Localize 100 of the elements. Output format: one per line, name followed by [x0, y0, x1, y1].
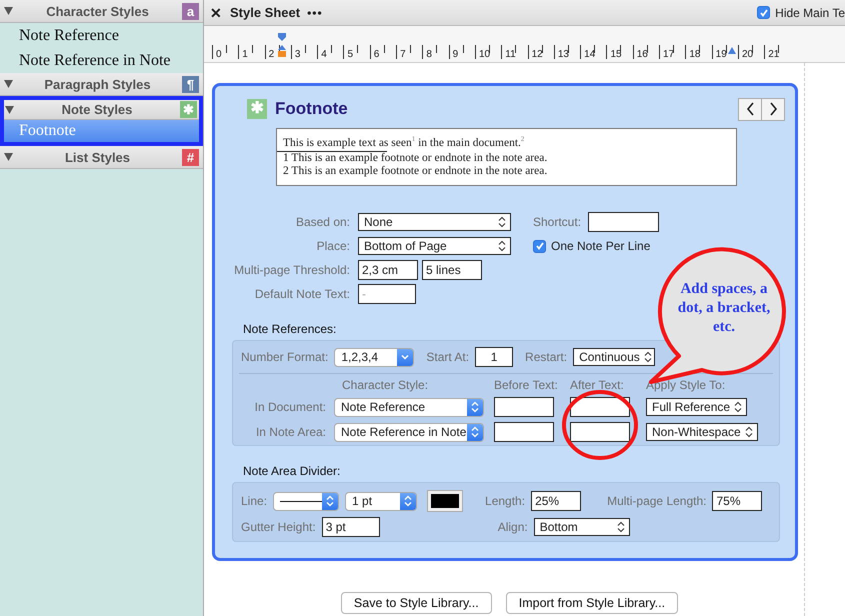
ruler-number: 12: [532, 50, 543, 60]
more-button[interactable]: •••: [307, 6, 323, 20]
apply-style-select[interactable]: Full Reference: [646, 398, 748, 416]
line-style-select[interactable]: [273, 492, 340, 510]
chevron-left-icon: [746, 102, 754, 116]
multipage-length-field[interactable]: 75%: [712, 491, 762, 511]
ruler-number: 3: [294, 50, 300, 60]
chevron-right-icon: [768, 102, 778, 116]
indent-marker-icon[interactable]: [277, 32, 287, 58]
row-label: In Document:: [254, 400, 326, 414]
shortcut-field[interactable]: [588, 212, 660, 232]
field-label: Gutter Height:: [241, 520, 316, 534]
align-select[interactable]: Bottom: [534, 518, 630, 536]
disclosure-triangle-icon[interactable]: [4, 80, 13, 88]
style-type-badge: ¶: [182, 76, 199, 92]
character-style-select[interactable]: Note Reference: [334, 398, 484, 416]
up-down-arrows-icon: [744, 426, 753, 438]
style-type-badge: #: [182, 148, 199, 166]
tab-stop-icon[interactable]: [727, 46, 737, 54]
column-header: After Text:: [570, 379, 624, 392]
ruler-number: 0: [216, 50, 222, 60]
ruler-number: 13: [558, 50, 569, 60]
threshold-length-field[interactable]: 2,3 cm: [358, 260, 418, 280]
ruler-number: 4: [321, 50, 327, 60]
ruler-number: 1: [242, 50, 248, 60]
section-header[interactable]: List Styles #: [0, 146, 203, 169]
field-label: Default Note Text:: [254, 287, 350, 301]
field-label: Shortcut:: [533, 215, 582, 229]
style-list-item[interactable]: Note Reference in Note: [0, 48, 203, 73]
ruler-number: 20: [742, 50, 754, 60]
group-title: Note References:: [243, 322, 336, 336]
previous-button[interactable]: [738, 98, 762, 120]
field-label: Multi-page Threshold:: [233, 263, 350, 277]
style-type-badge: a: [182, 2, 199, 20]
style-name: Footnote: [275, 99, 348, 119]
row-label: In Note Area:: [256, 425, 326, 439]
field-label: Length:: [485, 494, 526, 508]
section-header[interactable]: Note Styles ✱: [4, 100, 199, 120]
apply-style-select[interactable]: Non-Whitespace: [646, 423, 758, 441]
next-button[interactable]: [762, 98, 785, 120]
based-on-select[interactable]: None: [358, 213, 511, 231]
ruler-number: 5: [347, 50, 354, 60]
section-title: Note Styles: [60, 102, 134, 117]
field-label: Align:: [498, 520, 528, 534]
disclosure-triangle-icon[interactable]: [4, 7, 13, 15]
place-select[interactable]: Bottom of Page: [358, 237, 511, 255]
length-field[interactable]: 25%: [531, 491, 582, 511]
preview-footnote: 2 This is an example footnote or endnote in the note area.: [283, 165, 548, 178]
field-label: Restart:: [525, 350, 568, 364]
field-label: Multi-page Length:: [607, 494, 706, 508]
preview-text: This is example text as seen$^{1}$ in the main document.$^{2}$: [283, 134, 526, 151]
after-text-field[interactable]: [570, 397, 630, 417]
line-weight-select[interactable]: 1 pt: [345, 492, 418, 510]
preview-footnote: 1 This is an example footnote or endnote in the note area.: [283, 152, 548, 165]
disclosure-triangle-icon[interactable]: [5, 106, 14, 114]
up-down-arrows-icon: [644, 351, 652, 363]
ruler-number: 9: [452, 50, 458, 60]
after-text-field[interactable]: [570, 422, 630, 442]
field-label: Start At:: [426, 350, 470, 364]
before-text-field[interactable]: [494, 397, 554, 417]
checkbox[interactable]: [757, 6, 770, 19]
callout-text: Add spaces, a dot, a bracket, etc.: [676, 280, 772, 337]
start-at-field[interactable]: 1: [475, 347, 514, 367]
before-text-field[interactable]: [494, 422, 554, 442]
threshold-lines-field[interactable]: 5 lines: [422, 260, 482, 280]
ruler-number: 17: [663, 50, 674, 60]
ruler-number: 2: [268, 50, 274, 60]
color-well[interactable]: [427, 490, 464, 512]
ruler-number: 8: [426, 50, 432, 60]
style-list-item[interactable]: Note Reference: [0, 23, 203, 48]
field-label: Line:: [241, 494, 268, 508]
gutter-height-field[interactable]: 3 pt: [322, 517, 380, 537]
section-title: Character Styles: [45, 4, 150, 18]
number-format-select[interactable]: 1,2,3,4: [334, 348, 414, 366]
disclosure-triangle-icon[interactable]: [4, 153, 13, 161]
up-down-arrows-icon: [471, 426, 479, 438]
section-header[interactable]: Character Styles a: [0, 0, 203, 23]
chevron-down-icon: [401, 354, 410, 360]
character-style-select[interactable]: Note Reference in Note: [334, 422, 484, 442]
ruler-number: 21: [768, 50, 780, 60]
group-title: Note Area Divider:: [243, 464, 340, 478]
library-button[interactable]: Import from Style Library...: [506, 592, 678, 614]
up-down-arrows-icon: [471, 401, 479, 413]
section-title: Paragraph Styles: [43, 76, 152, 92]
ruler-number: 7: [400, 50, 406, 60]
up-down-arrows-icon: [404, 495, 412, 507]
up-down-arrows-icon: [616, 521, 625, 533]
style-type-badge: ✱: [180, 101, 197, 118]
column-header: Character Style:: [342, 379, 428, 392]
ruler-number: 10: [478, 50, 490, 60]
window-title: Style Sheet: [230, 5, 300, 20]
library-button[interactable]: Save to Style Library...: [340, 592, 492, 614]
ruler-number: 6: [374, 50, 380, 60]
close-button[interactable]: ✕: [210, 4, 222, 20]
up-down-arrows-icon: [326, 495, 334, 507]
section-header[interactable]: Paragraph Styles ¶: [0, 73, 203, 96]
restart-select[interactable]: Continuous: [573, 348, 656, 366]
up-down-arrows-icon: [734, 401, 742, 413]
checkbox[interactable]: [533, 240, 546, 252]
section-title: List Styles: [64, 150, 132, 164]
